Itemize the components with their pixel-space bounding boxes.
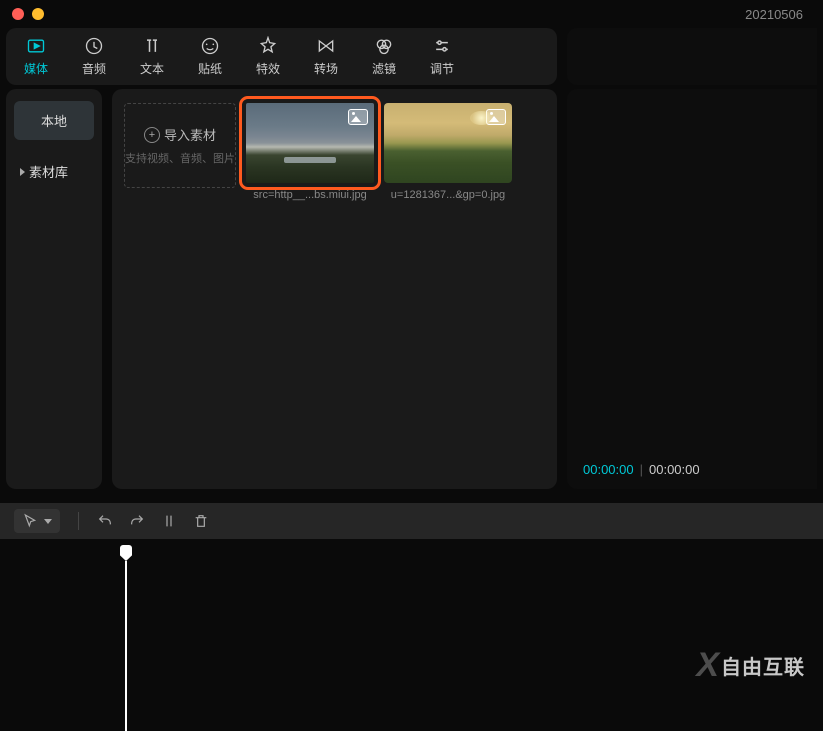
- undo-button[interactable]: [97, 513, 113, 529]
- window-close-button[interactable]: [12, 8, 24, 20]
- media-thumbnail: [246, 103, 374, 183]
- preview-header-spacer: [567, 28, 817, 85]
- total-time: 00:00:00: [649, 462, 700, 477]
- top-tabs: 媒体 音频 文本 贴纸 特效: [6, 28, 557, 85]
- media-filename: src=http__...bs.miui.jpg: [253, 189, 366, 201]
- tab-label: 文本: [140, 60, 164, 77]
- current-time: 00:00:00: [583, 462, 634, 477]
- tab-text[interactable]: 文本: [134, 36, 170, 77]
- media-filename: u=1281367...&gp=0.jpg: [391, 189, 505, 201]
- import-media-button[interactable]: + 导入素材 支持视频、音频、图片: [124, 103, 236, 188]
- timeline-toolbar: [0, 503, 823, 539]
- image-badge-icon: [486, 109, 506, 125]
- effect-icon: [258, 36, 278, 56]
- playhead-line: [125, 561, 127, 731]
- tab-label: 媒体: [24, 60, 48, 77]
- selection-tool-button[interactable]: [14, 509, 60, 533]
- cursor-icon: [22, 513, 38, 529]
- time-display: 00:00:00 | 00:00:00: [567, 462, 817, 477]
- transition-icon: [316, 36, 336, 56]
- timeline[interactable]: [0, 539, 823, 719]
- media-grid: + 导入素材 支持视频、音频、图片 src=http__...bs.miui.j…: [112, 89, 557, 489]
- split-button[interactable]: [161, 513, 177, 529]
- tab-label: 贴纸: [198, 60, 222, 77]
- media-sidebar: 本地 素材库: [6, 89, 102, 489]
- plus-icon: +: [144, 127, 160, 143]
- sticker-icon: [200, 36, 220, 56]
- import-sublabel: 支持视频、音频、图片: [125, 150, 235, 166]
- delete-button[interactable]: [193, 513, 209, 529]
- tab-label: 滤镜: [372, 60, 396, 77]
- tab-label: 调节: [430, 60, 454, 77]
- sidebar-item-local[interactable]: 本地: [14, 101, 94, 140]
- tab-label: 转场: [314, 60, 338, 77]
- window-minimize-button[interactable]: [32, 8, 44, 20]
- tab-label: 特效: [256, 60, 280, 77]
- import-label: 导入素材: [164, 125, 216, 144]
- tab-filter[interactable]: 滤镜: [366, 36, 402, 77]
- chevron-right-icon: [20, 168, 25, 176]
- watermark: X 自由互联: [696, 646, 805, 685]
- tab-effect[interactable]: 特效: [250, 36, 286, 77]
- divider: [78, 512, 79, 530]
- adjust-icon: [432, 36, 452, 56]
- media-item[interactable]: u=1281367...&gp=0.jpg: [384, 103, 512, 201]
- tab-audio[interactable]: 音频: [76, 36, 112, 77]
- sidebar-item-library[interactable]: 素材库: [14, 152, 94, 191]
- media-thumbnail: [384, 103, 512, 183]
- tab-adjust[interactable]: 调节: [424, 36, 460, 77]
- watermark-logo-icon: X: [696, 646, 715, 685]
- project-date: 20210506: [745, 7, 803, 22]
- chevron-down-icon: [44, 519, 52, 524]
- audio-icon: [84, 36, 104, 56]
- titlebar: 20210506: [0, 0, 823, 28]
- tab-media[interactable]: 媒体: [18, 36, 54, 77]
- text-icon: [142, 36, 162, 56]
- image-badge-icon: [348, 109, 368, 125]
- sidebar-item-label: 素材库: [29, 162, 68, 181]
- time-separator: |: [640, 462, 643, 477]
- tab-label: 音频: [82, 60, 106, 77]
- watermark-text: 自由互联: [721, 651, 805, 680]
- media-icon: [26, 36, 46, 56]
- playhead[interactable]: [120, 545, 132, 731]
- media-item[interactable]: src=http__...bs.miui.jpg: [246, 103, 374, 201]
- filter-icon: [374, 36, 394, 56]
- redo-button[interactable]: [129, 513, 145, 529]
- preview-panel: 00:00:00 | 00:00:00: [567, 89, 817, 489]
- tab-transition[interactable]: 转场: [308, 36, 344, 77]
- tab-sticker[interactable]: 贴纸: [192, 36, 228, 77]
- playhead-handle[interactable]: [120, 545, 132, 561]
